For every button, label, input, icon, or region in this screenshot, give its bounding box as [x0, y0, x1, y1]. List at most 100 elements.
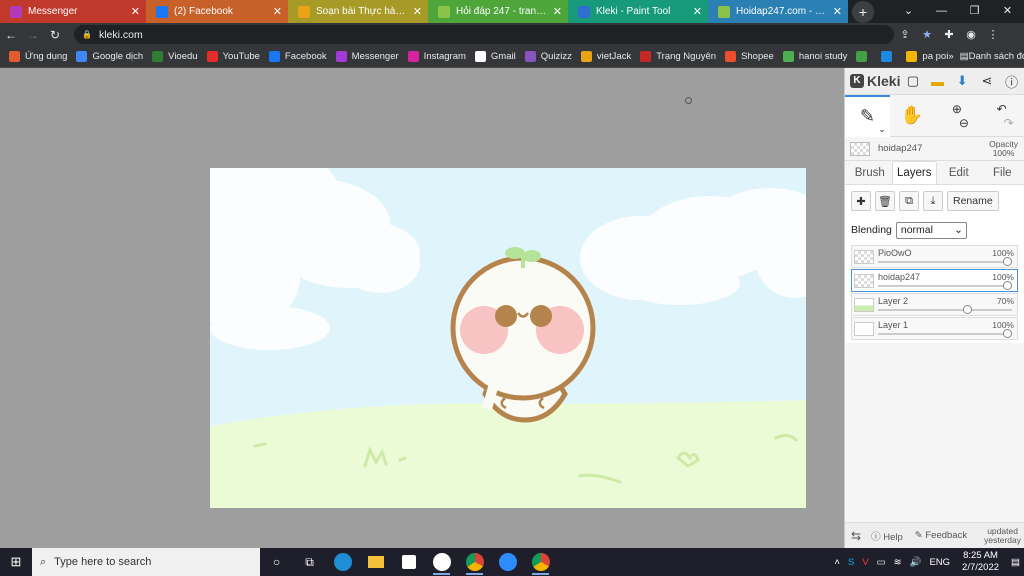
reading-list-button[interactable]: ▤ Danh sách đọc — [960, 51, 1024, 62]
bookmark-item[interactable]: Shopee — [725, 51, 774, 62]
wifi-icon[interactable]: ≋ — [894, 557, 902, 568]
browser-menu-icon[interactable]: ⋮ — [982, 28, 1004, 41]
zoom-icon[interactable] — [491, 548, 524, 576]
browser-tab[interactable]: Hỏi đáp 247 - trang tra lời ✕ — [428, 0, 568, 23]
close-tab-icon[interactable]: ✕ — [693, 5, 702, 18]
rename-button[interactable]: Rename — [947, 191, 999, 211]
open-folder-icon[interactable]: ▬ — [925, 74, 950, 89]
bookmark-item[interactable]: YouTube — [206, 51, 260, 62]
hand-tool[interactable]: ✋ — [890, 95, 935, 137]
redo-icon[interactable]: ↷ — [1004, 116, 1014, 130]
notifications-icon[interactable]: ▤ — [1011, 557, 1020, 568]
tab-layers[interactable]: Layers — [891, 161, 937, 184]
url-field[interactable]: 🔒 kleki.com — [74, 25, 894, 44]
layer-opacity-slider[interactable] — [878, 281, 1012, 290]
bookmarks-overflow-button[interactable]: » — [948, 51, 953, 62]
bookmark-item[interactable]: hanoi study — [782, 51, 847, 62]
layer-item[interactable]: hoidap247 100% — [851, 269, 1018, 292]
brush-tool[interactable]: ✎ ⌄ — [845, 94, 890, 137]
merge-down-button[interactable]: ⤓ — [923, 191, 943, 211]
chrome-icon[interactable] — [458, 548, 491, 576]
bookmark-star-icon[interactable]: ★ — [916, 28, 938, 41]
bookmark-item[interactable]: Ứng dụng — [9, 51, 67, 62]
tab-file[interactable]: File — [981, 162, 1024, 184]
chrome-icon-2[interactable] — [524, 548, 557, 576]
vivaldi-icon[interactable]: V — [862, 557, 868, 568]
bookmark-item[interactable]: Facebook — [268, 51, 327, 62]
help-icon[interactable]: ⓘ — [999, 72, 1024, 91]
share-icon[interactable]: ⋖ — [975, 73, 1000, 89]
minimize-button[interactable]: — — [925, 0, 958, 23]
taskbar-search[interactable]: ⌕ Type here to search — [32, 548, 260, 576]
cortana-icon[interactable]: ○ — [260, 548, 293, 576]
bookmark-item[interactable]: vietJack — [580, 51, 631, 62]
bookmark-item[interactable]: Quizizz — [524, 51, 572, 62]
windows-start-icon[interactable]: ⊞ — [0, 554, 32, 570]
close-tab-icon[interactable]: ✕ — [131, 5, 140, 18]
bookmark-item[interactable]: Vioedu — [152, 51, 198, 62]
blending-select[interactable]: normal ⌄ — [895, 221, 967, 239]
browser-tab[interactable]: Messenger ✕ — [0, 0, 146, 23]
bookmark-item[interactable] — [881, 51, 897, 62]
browser-tab[interactable]: Kleki - Paint Tool ✕ — [568, 0, 708, 23]
profile-avatar[interactable]: ◉ — [960, 28, 982, 41]
layer-item[interactable]: Layer 2 70% — [851, 293, 1018, 316]
clock[interactable]: 8:25 AM 2/7/2022 — [958, 550, 1003, 574]
close-window-button[interactable]: ✕ — [991, 0, 1024, 23]
task-view-icon[interactable]: ⧉ — [293, 548, 326, 576]
file-explorer-icon[interactable] — [359, 548, 392, 576]
bookmark-item[interactable]: pa poi — [906, 51, 948, 62]
tab-brush[interactable]: Brush — [848, 162, 892, 184]
close-tab-icon[interactable]: ✕ — [553, 5, 562, 18]
forward-button[interactable]: → — [22, 28, 44, 42]
bookmark-item[interactable]: Instagram — [407, 51, 466, 62]
layer-item[interactable]: Layer 1 100% — [851, 317, 1018, 340]
slider-knob[interactable] — [1003, 281, 1012, 290]
layer-opacity-slider[interactable] — [878, 305, 1012, 314]
drawing-canvas[interactable] — [210, 168, 806, 508]
duplicate-layer-button[interactable]: ⧉ — [899, 191, 919, 211]
slider-knob[interactable] — [1003, 257, 1012, 266]
reload-button[interactable]: ↻ — [44, 28, 66, 42]
updated-notice[interactable]: updated yesterday — [984, 526, 1021, 545]
edge-icon[interactable] — [326, 548, 359, 576]
skype-icon[interactable]: S — [848, 557, 854, 568]
zoom-in-icon[interactable]: ⊕ — [952, 102, 962, 116]
bookmark-item[interactable]: Trạng Nguyên — [640, 51, 716, 62]
share-icon[interactable]: ⇪ — [894, 28, 916, 41]
back-button[interactable]: ← — [0, 28, 22, 42]
extensions-icon[interactable]: ✚ — [938, 28, 960, 41]
tab-search-icon[interactable]: ⌄ — [892, 0, 925, 23]
download-icon[interactable]: ⬇ — [950, 73, 975, 89]
tab-edit[interactable]: Edit — [937, 162, 981, 184]
layer-opacity-slider[interactable] — [878, 329, 1012, 338]
close-tab-icon[interactable]: ✕ — [833, 5, 842, 18]
battery-icon[interactable]: ▭ — [877, 557, 886, 568]
add-layer-button[interactable]: ✚ — [851, 191, 871, 211]
delete-layer-button[interactable]: 🗑 — [875, 191, 895, 211]
messenger-app-icon[interactable] — [425, 548, 458, 576]
language-indicator[interactable]: ENG — [929, 557, 950, 568]
browser-tab[interactable]: (2) Facebook ✕ — [146, 0, 288, 23]
layer-opacity-slider[interactable] — [878, 257, 1012, 266]
new-tab-button[interactable]: + — [852, 0, 874, 23]
swap-side-icon[interactable]: ⇆ — [851, 529, 861, 543]
store-icon[interactable] — [392, 548, 425, 576]
bookmark-item[interactable]: Google dịch — [76, 51, 143, 62]
kleki-logo[interactable]: K Kleki — [850, 73, 900, 89]
kleki-workspace[interactable] — [0, 68, 844, 548]
restore-button[interactable]: ❐ — [958, 0, 991, 23]
feedback-button[interactable]: ✎ Feedback — [915, 530, 967, 541]
browser-tab[interactable]: Soạn bài Thực hành tiếng V ✕ — [288, 0, 428, 23]
bookmark-item[interactable]: Gmail — [474, 51, 516, 62]
close-tab-icon[interactable]: ✕ — [273, 5, 282, 18]
slider-knob[interactable] — [1003, 329, 1012, 338]
help-button[interactable]: ⓘ Help — [871, 529, 903, 543]
bookmark-item[interactable] — [856, 51, 872, 62]
zoom-out-icon[interactable]: ⊖ — [959, 116, 969, 130]
chevron-up-icon[interactable]: ˄ — [834, 557, 840, 568]
chevron-down-icon[interactable]: ⌄ — [878, 124, 886, 135]
bookmark-item[interactable]: Messenger — [335, 51, 399, 62]
slider-knob[interactable] — [962, 305, 972, 314]
layer-item[interactable]: PioOwO 100% — [851, 245, 1018, 268]
